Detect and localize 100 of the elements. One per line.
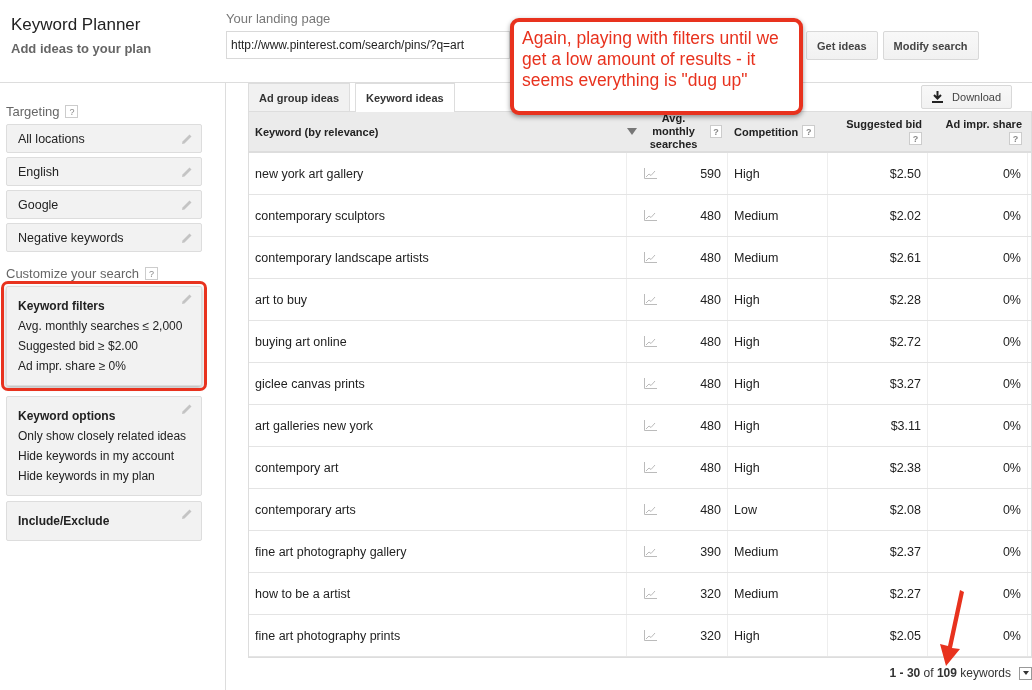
card-line: Ad impr. share ≥ 0%	[18, 358, 127, 375]
column-header[interactable]: Competition ?	[728, 112, 828, 151]
targeting-label: English	[18, 164, 59, 179]
table-cell: how to be a artist	[249, 573, 627, 614]
tab[interactable]: Keyword ideas	[355, 83, 455, 112]
table-cell: 480	[673, 363, 728, 404]
card-line: Only show closely related ideas	[18, 428, 188, 445]
section-title: Customize your search	[6, 266, 139, 281]
column-header[interactable]: Keyword (by relevance)	[249, 112, 627, 151]
card-title: Include/Exclude	[18, 513, 111, 530]
table-cell: High	[728, 279, 828, 320]
help-icon[interactable]: ?	[909, 132, 922, 145]
column-label: Competition	[734, 125, 799, 138]
table-cell: 320	[673, 615, 728, 656]
table-cell: 0%	[928, 279, 1028, 320]
table-cell: High	[728, 321, 828, 362]
table-cell: contemporary sculptors	[249, 195, 627, 236]
help-icon[interactable]: ?	[65, 105, 79, 118]
header-button[interactable]: Get ideas	[806, 31, 878, 60]
table-cell: $2.27	[828, 573, 928, 614]
table-cell: giclee canvas prints	[249, 363, 627, 404]
pager-text: 1 - 30 of 109 keywords	[889, 666, 1011, 680]
card-title: Keyword filters	[18, 298, 106, 315]
table-cell: $2.02	[828, 195, 928, 236]
help-icon[interactable]: ?	[710, 125, 722, 138]
column-label: Avg. monthly searches	[648, 112, 699, 151]
targeting-label: Google	[18, 197, 59, 212]
table-cell: High	[728, 447, 828, 488]
column-header[interactable]: Ad impr. share ?	[928, 112, 1028, 151]
card-line: Hide keywords in my plan	[18, 468, 156, 485]
table-cell: $2.28	[828, 279, 928, 320]
table-cell: fine art photography prints	[249, 615, 627, 656]
targeting-item[interactable]: Google	[6, 190, 202, 219]
table-cell: 390	[673, 531, 728, 572]
table-cell: 320	[673, 573, 728, 614]
table-cell: 0%	[928, 237, 1028, 278]
table-cell: High	[728, 615, 828, 656]
table-cell: contempory art	[249, 447, 627, 488]
table-cell: 0%	[928, 489, 1028, 530]
landing-page-field[interactable]: http://www.pinterest.com/search/pins/?q=art	[226, 31, 510, 59]
targeting-item[interactable]: Negative keywords	[6, 223, 202, 252]
filter-card[interactable]: Include/Exclude	[6, 501, 202, 541]
targeting-label: All locations	[18, 131, 85, 146]
header-button[interactable]: Modify search	[882, 31, 979, 60]
targeting-item[interactable]: English	[6, 157, 202, 186]
table-cell: $2.08	[828, 489, 928, 530]
table-cell: 590	[673, 153, 728, 194]
card-title: Keyword options	[18, 408, 117, 425]
table-cell: Medium	[728, 195, 828, 236]
targeting-label: Negative keywords	[18, 230, 124, 245]
table-cell: fine art photography gallery	[249, 531, 627, 572]
field-label: Your landing page	[226, 11, 332, 26]
column-label: Ad impr. share	[945, 118, 1022, 130]
table-cell: 0%	[928, 195, 1028, 236]
table-cell: 480	[673, 321, 728, 362]
card-line: Suggested bid ≥ $2.00	[18, 338, 139, 355]
targeting-item[interactable]: All locations	[6, 124, 202, 153]
table-cell: contemporary landscape artists	[249, 237, 627, 278]
table-cell: 0%	[928, 405, 1028, 446]
table-cell: 480	[673, 279, 728, 320]
table-cell: $2.37	[828, 531, 928, 572]
table-cell: $2.05	[828, 615, 928, 656]
table-cell: $2.50	[828, 153, 928, 194]
table-cell: High	[728, 405, 828, 446]
app-title: Keyword Planner	[11, 15, 142, 35]
table-cell: 480	[673, 405, 728, 446]
column-label: Suggested bid	[846, 118, 922, 130]
section-title: Targeting	[6, 104, 60, 119]
table-cell: Medium	[728, 573, 828, 614]
table-cell: 480	[673, 489, 728, 530]
table-cell: 0%	[928, 153, 1028, 194]
table-cell: 480	[673, 195, 728, 236]
help-icon[interactable]: ?	[802, 125, 816, 138]
help-icon[interactable]: ?	[1009, 132, 1022, 145]
table-cell: Medium	[728, 237, 828, 278]
table-cell: $2.38	[828, 447, 928, 488]
table-cell: $3.27	[828, 363, 928, 404]
download-button[interactable]: Download	[921, 85, 1012, 109]
table-cell: $3.11	[828, 405, 928, 446]
table-cell: High	[728, 153, 828, 194]
column-header[interactable]: Suggested bid ?	[828, 112, 928, 151]
table-cell: 0%	[928, 321, 1028, 362]
tab[interactable]: Ad group ideas	[248, 83, 351, 111]
table-cell: art to buy	[249, 279, 627, 320]
column-label: Keyword (by relevance)	[255, 125, 379, 138]
table-cell: 0%	[928, 363, 1028, 404]
annotation-callout: Again, playing with filters until we get a low amount of results - it seems everything is "dug up"	[510, 18, 803, 115]
help-icon[interactable]: ?	[144, 267, 158, 280]
subtitle: Add ideas to your plan	[11, 41, 153, 56]
column-header[interactable]: Avg. monthly searches ?	[627, 112, 728, 151]
table-cell: High	[728, 363, 828, 404]
card-line: Avg. monthly searches ≤ 2,000	[18, 318, 184, 335]
table-cell: buying art online	[249, 321, 627, 362]
table-cell: 480	[673, 447, 728, 488]
table-cell: new york art gallery	[249, 153, 627, 194]
filter-card[interactable]: Keyword options Only show closely related ideas Hide keywords in my account Hide keywords in my plan	[6, 396, 202, 496]
table-cell: 0%	[928, 447, 1028, 488]
table-cell: $2.72	[828, 321, 928, 362]
table-cell: contemporary arts	[249, 489, 627, 530]
table-cell: $2.61	[828, 237, 928, 278]
